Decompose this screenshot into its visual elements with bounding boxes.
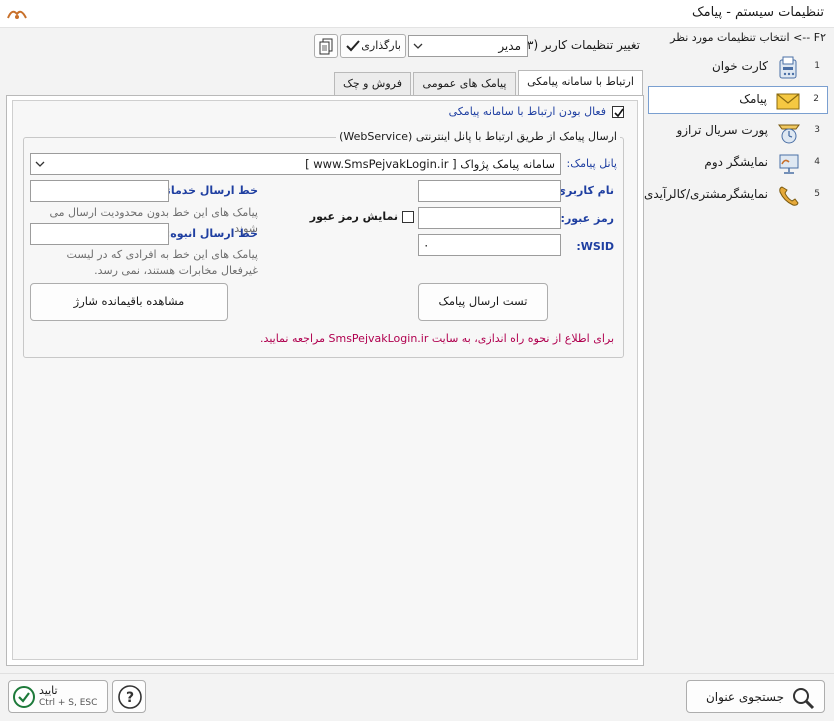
load-button[interactable]: بارگذاری bbox=[340, 34, 406, 58]
sidebar-item-number: 3 bbox=[814, 125, 820, 135]
tab-sms-connection[interactable]: ارتباط با سامانه پیامکی bbox=[518, 70, 643, 96]
sidebar-item-number: 1 bbox=[814, 61, 820, 71]
wsid-input[interactable]: ۰ bbox=[418, 234, 561, 256]
password-label: رمز عبور: bbox=[560, 212, 614, 225]
svg-text:?: ? bbox=[126, 690, 134, 706]
envelope-icon bbox=[776, 93, 800, 110]
confirm-shortcut: Ctrl + S, ESC bbox=[39, 698, 98, 708]
enable-sms-label: فعال بودن ارتباط با سامانه پیامکی bbox=[448, 105, 606, 118]
sidebar-item-scale-port[interactable]: 3 پورت سریال ترازو bbox=[648, 118, 828, 146]
user-select-value: مدیر bbox=[498, 39, 521, 53]
sidebar-item-sms[interactable]: 2 پیامک bbox=[648, 86, 828, 114]
sidebar-item-label: پورت سریال ترازو bbox=[676, 123, 768, 137]
sidebar-item-card-reader[interactable]: 1 کارت خوان bbox=[648, 54, 828, 82]
webservice-group-title: ارسال پیامک از طریق ارتباط با پانل اینتر… bbox=[336, 130, 620, 143]
enable-sms-row[interactable]: فعال بودن ارتباط با سامانه پیامکی bbox=[330, 104, 626, 120]
show-password-checkbox[interactable] bbox=[402, 211, 414, 223]
scale-icon bbox=[778, 124, 800, 144]
chevron-down-icon bbox=[35, 161, 45, 167]
show-password-row[interactable]: نمایش رمز عبور bbox=[310, 210, 414, 226]
test-sms-button-label: تست ارسال پیامک bbox=[438, 294, 528, 308]
tab-label: پیامک های عمومی bbox=[422, 77, 507, 90]
toolbar: تغییر تنظیمات کاربر (F۳): مدیر بارگذاری bbox=[6, 31, 644, 61]
panel-select-value: سامانه پیامک پژواک [ www.SmsPejvakLogin.… bbox=[305, 157, 555, 171]
window-title: تنظیمات سیستم - پیامک bbox=[691, 5, 824, 20]
bulk-line-label: خط ارسال انبوه: bbox=[165, 227, 258, 240]
service-line-input[interactable] bbox=[30, 180, 169, 202]
view-balance-button-label: مشاهده باقیمانده شارژ bbox=[73, 294, 185, 308]
copy-button[interactable] bbox=[314, 34, 338, 58]
panel-label: پانل پیامک: bbox=[566, 157, 617, 170]
setup-info-text: برای اطلاع از نحوه راه اندازی، به سایت S… bbox=[260, 332, 614, 345]
sidebar-item-number: 5 bbox=[814, 189, 820, 199]
sidebar-item-label: نمایشگرمشتری/کالرآیدی bbox=[643, 187, 768, 201]
panel-select[interactable]: سامانه پیامک پژواک [ www.SmsPejvakLogin.… bbox=[30, 153, 561, 175]
search-title-label: جستجوی عنوان bbox=[705, 690, 784, 704]
sidebar-item-number: 2 bbox=[813, 94, 819, 104]
check-icon bbox=[346, 40, 360, 52]
confirm-button[interactable]: تایید Ctrl + S, ESC bbox=[8, 680, 108, 713]
enable-sms-checkbox[interactable] bbox=[612, 106, 624, 118]
checkmark-icon bbox=[614, 108, 624, 118]
sidebar-item-second-display[interactable]: 4 نمایشگر دوم bbox=[648, 150, 828, 178]
sidebar-item-caller-id[interactable]: 5 نمایشگرمشتری/کالرآیدی bbox=[644, 182, 828, 210]
bulk-line-hint: پیامک های این خط به افرادی که در لیست غی… bbox=[66, 248, 258, 277]
tab-label: ارتباط با سامانه پیامکی bbox=[527, 75, 634, 88]
chevron-down-icon bbox=[413, 43, 423, 49]
title-bar: تنظیمات سیستم - پیامک bbox=[0, 0, 834, 28]
load-button-label: بارگذاری bbox=[361, 39, 401, 52]
documents-icon bbox=[319, 38, 333, 55]
search-title-button[interactable]: جستجوی عنوان bbox=[686, 680, 825, 713]
app-logo-icon bbox=[7, 10, 27, 19]
sidebar-item-label: پیامک bbox=[739, 92, 767, 106]
wsid-value: ۰ bbox=[423, 238, 430, 252]
user-select[interactable]: مدیر bbox=[408, 35, 528, 57]
test-sms-button[interactable]: تست ارسال پیامک bbox=[418, 283, 548, 321]
card-reader-icon bbox=[779, 56, 797, 79]
tab-general-sms[interactable]: پیامک های عمومی bbox=[413, 72, 516, 96]
bulk-line-input[interactable] bbox=[30, 223, 169, 245]
username-input[interactable] bbox=[418, 180, 561, 202]
show-password-label: نمایش رمز عبور bbox=[309, 210, 398, 223]
wsid-label: WSID: bbox=[576, 240, 614, 253]
search-icon bbox=[793, 688, 815, 710]
sidebar-item-number: 4 bbox=[814, 157, 820, 167]
user-settings-label: تغییر تنظیمات کاربر (F۳): bbox=[511, 38, 640, 52]
sidebar-item-label: نمایشگر دوم bbox=[704, 155, 768, 169]
sidebar-item-label: کارت خوان bbox=[711, 59, 768, 73]
help-button[interactable]: ? bbox=[112, 680, 146, 713]
password-input[interactable] bbox=[418, 207, 561, 229]
view-balance-button[interactable]: مشاهده باقیمانده شارژ bbox=[30, 283, 228, 321]
help-icon: ? bbox=[118, 685, 142, 709]
monitor-icon bbox=[779, 154, 799, 174]
sidebar-header: F۲ --> انتخاب تنظیمات مورد نظر bbox=[670, 31, 826, 44]
tab-sales-and-checks[interactable]: فروش و چک bbox=[334, 72, 411, 96]
tab-label: فروش و چک bbox=[342, 77, 403, 90]
check-circle-icon bbox=[13, 686, 35, 708]
phone-icon bbox=[779, 186, 799, 206]
confirm-button-label: تایید bbox=[39, 684, 58, 697]
